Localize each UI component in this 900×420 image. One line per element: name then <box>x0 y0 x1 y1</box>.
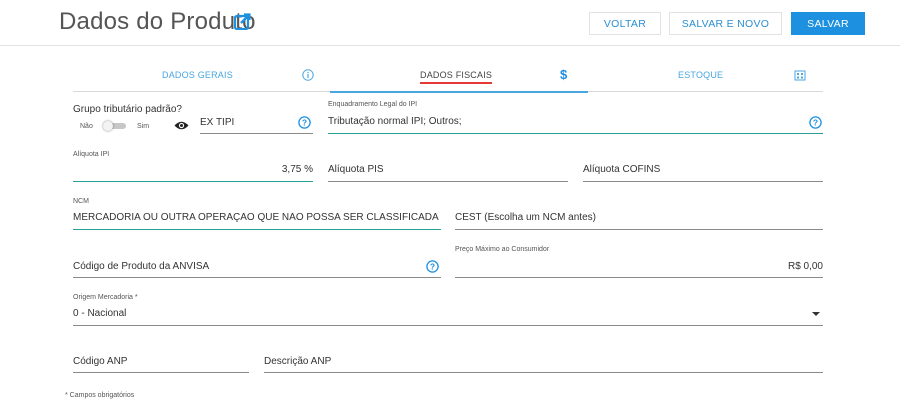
save-button[interactable]: SALVAR <box>791 12 865 35</box>
anvisa-underline <box>73 277 441 278</box>
tab-label: DADOS GERAIS <box>162 70 233 80</box>
tab-dados-fiscais[interactable]: DADOS FISCAIS $ <box>330 62 588 93</box>
external-link-icon[interactable] <box>234 13 251 30</box>
active-tab-underline <box>420 82 492 84</box>
ncm-label: NCM <box>73 198 89 205</box>
page-title: Dados do Produto <box>59 8 256 35</box>
tab-dados-gerais[interactable]: DADOS GERAIS <box>73 62 330 92</box>
origem-select[interactable]: 0 - Nacional <box>73 308 126 319</box>
tab-label: ESTOQUE <box>678 70 724 80</box>
building-icon <box>794 70 806 81</box>
eye-icon[interactable] <box>174 120 189 131</box>
origem-label: Origem Mercadoria * <box>73 294 138 301</box>
preco-maximo-input[interactable]: R$ 0,00 <box>455 261 823 272</box>
cest-underline <box>455 229 823 230</box>
enquadramento-ipi-underline <box>328 133 823 134</box>
aliquota-cofins-underline <box>583 181 823 182</box>
ex-tipi-field[interactable]: EX TIPI <box>200 117 234 128</box>
tab-label: DADOS FISCAIS <box>420 70 493 80</box>
tab-bar: DADOS GERAIS DADOS FISCAIS $ ESTOQUE <box>73 62 823 93</box>
toggle-off-label: Não <box>80 123 93 130</box>
grupo-tributario-label: Grupo tributário padrão? <box>73 104 182 115</box>
dollar-icon: $ <box>560 67 568 82</box>
info-icon <box>302 69 314 81</box>
preco-maximo-label: Preço Máximo ao Consumidor <box>455 246 550 253</box>
aliquota-cofins-input[interactable]: Alíquota COFINS <box>583 164 660 175</box>
enquadramento-ipi-input[interactable]: Tributação normal IPI; Outros; <box>328 116 462 127</box>
preco-maximo-underline <box>455 277 823 278</box>
svg-text:?: ? <box>813 118 818 128</box>
descricao-anp-underline <box>264 372 823 373</box>
codigo-anp-input[interactable]: Código ANP <box>73 356 127 367</box>
cest-input[interactable]: CEST (Escolha um NCM antes) <box>455 212 596 223</box>
aliquota-pis-underline <box>328 181 568 182</box>
anvisa-input[interactable]: Código de Produto da ANVISA <box>73 261 209 272</box>
aliquota-ipi-label: Alíquota IPI <box>73 151 110 158</box>
aliquota-ipi-underline <box>73 181 313 182</box>
back-button[interactable]: VOLTAR <box>589 12 661 35</box>
help-icon[interactable]: ? <box>809 116 822 129</box>
ex-tipi-underline <box>200 133 313 134</box>
enquadramento-ipi-label: Enquadramento Legal do IPI <box>328 101 418 108</box>
ncm-underline <box>73 229 441 230</box>
toggle-on-label: Sim <box>137 123 150 130</box>
save-and-new-button[interactable]: SALVAR E NOVO <box>669 12 782 35</box>
help-icon[interactable]: ? <box>298 116 311 129</box>
required-fields-note: * Campos obrigatórios <box>65 392 135 399</box>
codigo-anp-underline <box>73 372 249 373</box>
descricao-anp-input[interactable]: Descrição ANP <box>264 356 331 367</box>
dropdown-arrow-icon[interactable] <box>812 312 820 316</box>
active-tab-indicator <box>330 91 588 93</box>
ncm-input[interactable]: MERCADORIA OU OUTRA OPERAÇÃO QUE NÃO POS… <box>73 212 441 223</box>
grupo-tributario-toggle[interactable] <box>103 121 127 131</box>
page-header: Dados do Produto VOLTAR SALVAR E NOVO SA… <box>0 0 900 46</box>
origem-underline <box>73 325 823 326</box>
svg-text:?: ? <box>430 262 435 272</box>
aliquota-ipi-input[interactable]: 3,75 % <box>73 164 313 175</box>
tab-estoque[interactable]: ESTOQUE <box>588 62 823 92</box>
help-icon[interactable]: ? <box>426 260 439 273</box>
svg-text:?: ? <box>302 118 307 128</box>
aliquota-pis-input[interactable]: Alíquota PIS <box>328 164 384 175</box>
